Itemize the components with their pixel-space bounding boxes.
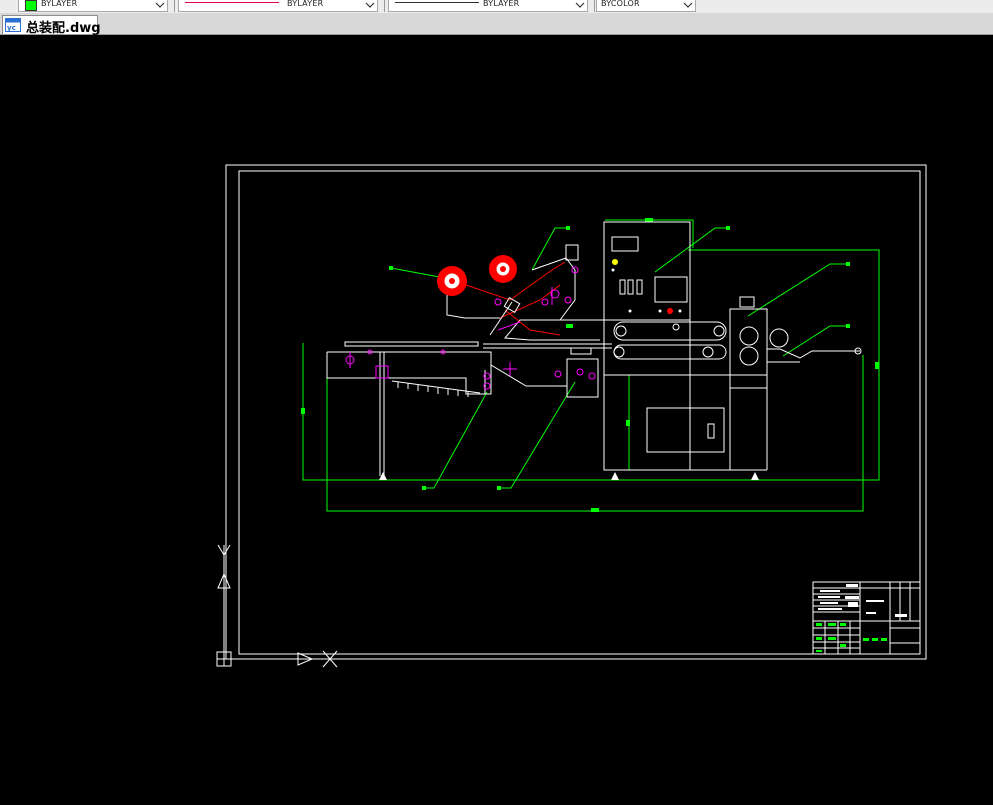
title-block [812,581,921,655]
dwg-file-icon: yc [5,18,21,32]
linetype-dropdown-value: BYLAYER [287,0,324,8]
lineweight-dropdown[interactable]: BYLAYER [388,0,588,12]
linetype-preview [185,2,279,3]
ucs-icon [216,544,338,668]
chevron-down-icon [683,2,693,8]
chevron-down-icon [155,2,165,8]
lineweight-preview [395,2,479,3]
chevron-down-icon [365,2,375,8]
color-swatch [25,0,37,11]
machine-feet [379,472,759,480]
toolbar-separator [594,0,595,12]
sheet-frame [225,164,927,660]
lineweight-dropdown-value: BYLAYER [483,0,520,8]
film-rolls [437,255,517,296]
dimension-markers [301,218,879,512]
toolbar-separator [384,0,385,12]
drawing-canvas[interactable] [0,35,993,805]
plotstyle-dropdown-value: BYCOLOR [601,0,640,8]
document-tab-label: 总装配.dwg [26,21,101,36]
dimension-lines [302,219,880,512]
color-dropdown-value: BYLAYER [41,0,78,8]
infeed-section [326,244,612,476]
document-tab[interactable]: yc 总装配.dwg [2,15,101,36]
color-dropdown[interactable]: BYLAYER [18,0,168,12]
machine-body [603,221,862,471]
linetype-dropdown[interactable]: BYLAYER [178,0,378,12]
chevron-down-icon [575,2,585,8]
properties-toolbar: BYLAYER BYLAYER BYLAYER BYCOLOR [0,0,993,14]
center-marks [345,266,596,390]
control-indicators [611,259,682,314]
toolbar-separator [174,0,175,12]
document-tab-bar: yc 总装配.dwg [0,13,993,36]
plotstyle-dropdown[interactable]: BYCOLOR [596,0,696,12]
svg-text:yc: yc [7,24,16,32]
infeed-chain [391,380,481,397]
